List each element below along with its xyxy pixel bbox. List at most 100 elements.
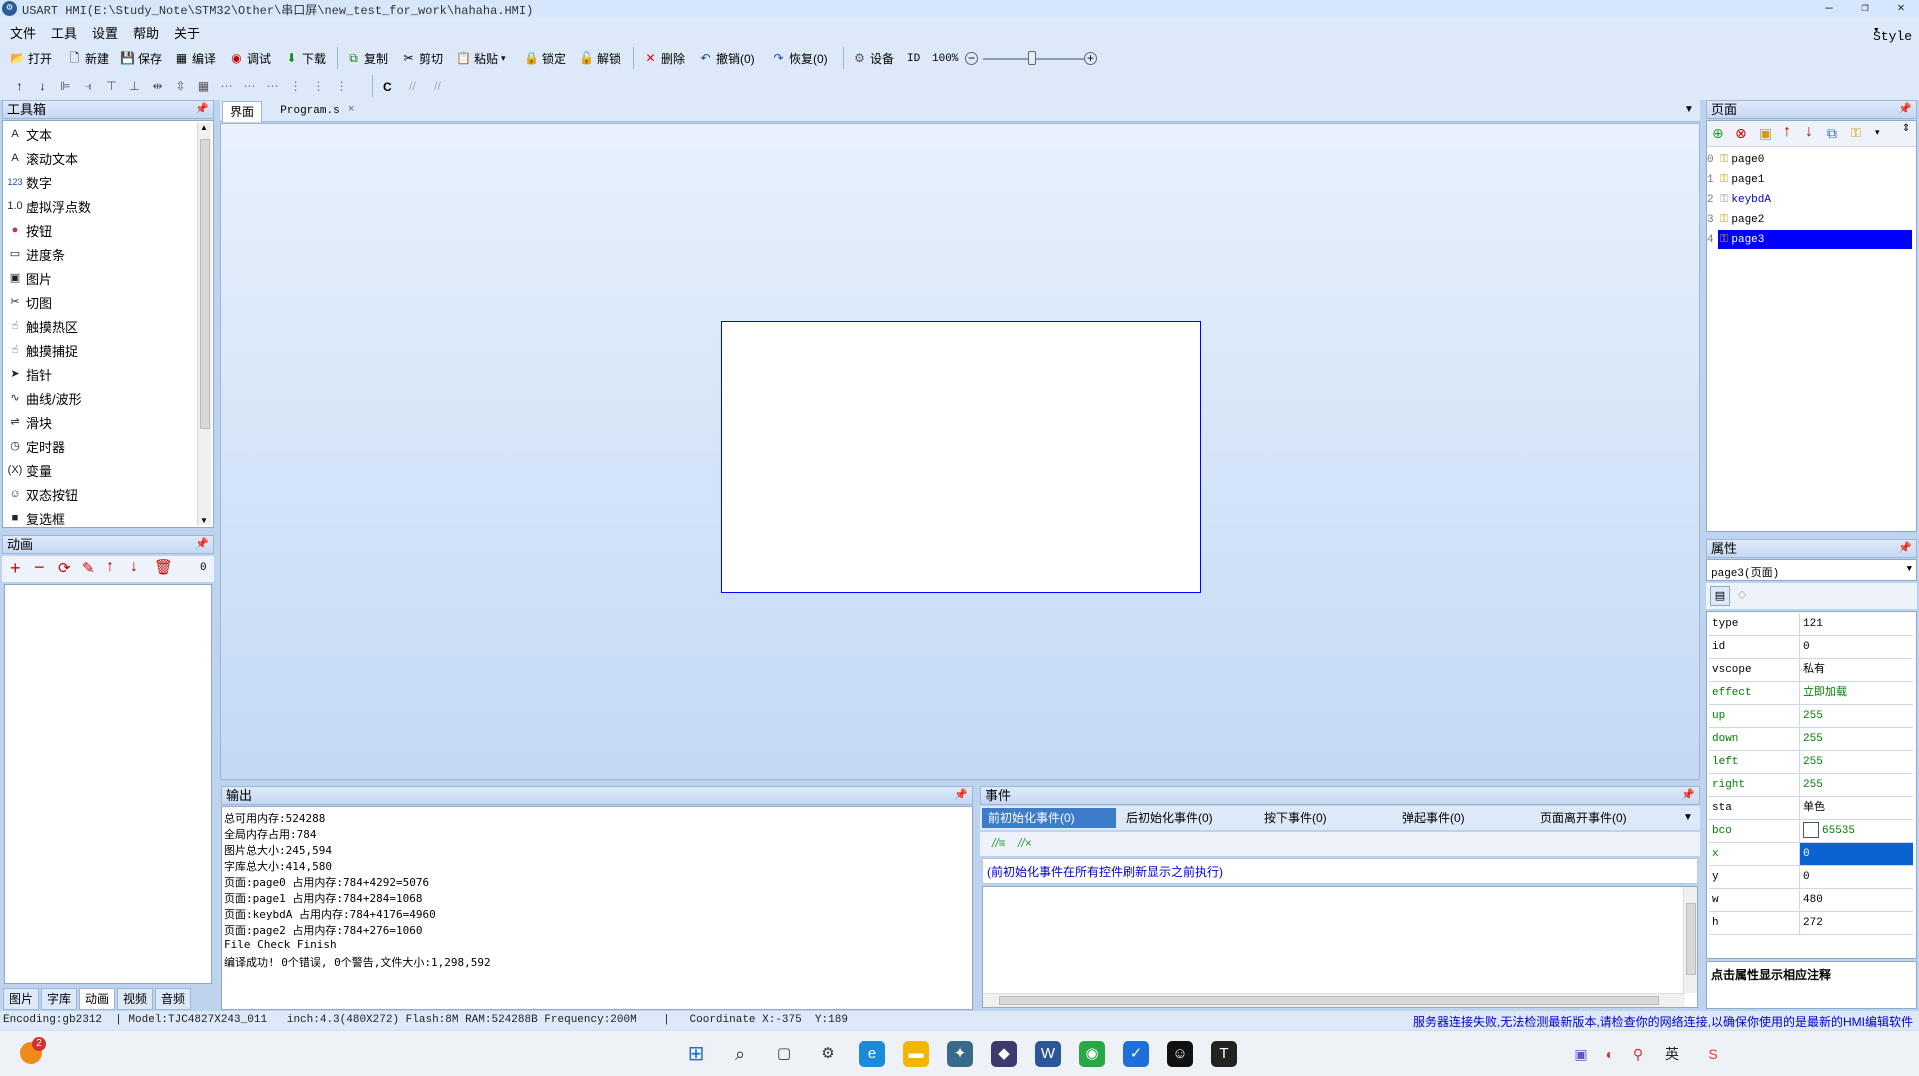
arrow-down-icon[interactable]: ↓: [1805, 123, 1813, 141]
menu-file[interactable]: 文件: [10, 23, 36, 42]
pin-icon[interactable]: 📌: [195, 101, 209, 118]
paste-dropdown-icon[interactable]: ▾: [501, 53, 506, 64]
distribute-v2-button[interactable]: ⋮: [311, 77, 326, 96]
hmi-editor-icon[interactable]: ✦: [947, 1041, 973, 1067]
undo-button[interactable]: ↶ 撤销(0): [698, 49, 754, 68]
color-swatch[interactable]: [1803, 822, 1819, 839]
toolbox-item[interactable]: ◷ 定时器: [7, 435, 65, 457]
menu-about[interactable]: 关于: [174, 23, 200, 42]
ime-indicator[interactable]: 英: [1659, 1041, 1685, 1067]
import-page-icon[interactable]: ▣: [1759, 125, 1772, 142]
property-row[interactable]: w 480: [1709, 889, 1913, 912]
pin-icon[interactable]: 📌: [1898, 101, 1912, 118]
property-row[interactable]: type 121: [1709, 613, 1913, 636]
same-size-button[interactable]: ▦: [196, 77, 211, 96]
trash-icon[interactable]: 🗑: [154, 558, 173, 576]
remove-icon[interactable]: −: [34, 557, 45, 578]
resource-tab[interactable]: 视频: [117, 988, 153, 1010]
tab-program[interactable]: Program.s: [270, 101, 350, 121]
property-value[interactable]: 121: [1799, 613, 1913, 635]
distribute-h2-button[interactable]: ⋯: [242, 77, 257, 96]
property-value[interactable]: 单色: [1799, 797, 1913, 819]
tab-list-dropdown-icon[interactable]: ▼: [1684, 104, 1694, 115]
arrow-up-icon[interactable]: ↑: [1783, 123, 1791, 141]
task-view-icon[interactable]: ▢: [771, 1041, 797, 1067]
event-tab[interactable]: 按下事件(0): [1258, 808, 1392, 828]
device-settings-button[interactable]: ⚙ 设备: [852, 49, 894, 68]
design-canvas[interactable]: [220, 123, 1700, 780]
edge-icon[interactable]: e: [859, 1041, 885, 1067]
menu-settings[interactable]: 设置: [92, 23, 118, 42]
animation-list[interactable]: [4, 584, 212, 984]
page-item[interactable]: 2 ⚿ keybdA: [1704, 190, 1912, 209]
property-row[interactable]: x0: [1709, 843, 1913, 866]
widgets-icon[interactable]: ⚙: [815, 1041, 841, 1067]
close-tab-icon[interactable]: ×: [348, 103, 354, 115]
chrome-icon[interactable]: ◉: [1079, 1041, 1105, 1067]
open-button[interactable]: 📂 打开: [10, 49, 52, 68]
pin-icon[interactable]: 📌: [1898, 540, 1912, 557]
property-value[interactable]: 480: [1799, 889, 1913, 911]
property-value[interactable]: 0: [1799, 843, 1913, 865]
panel-scroll-icon[interactable]: ⇕: [1902, 123, 1910, 134]
event-tab[interactable]: 前初始化事件(0): [982, 808, 1116, 828]
app-tray-icon[interactable]: ◐: [1597, 1041, 1623, 1067]
uncomment-button[interactable]: //: [430, 77, 445, 96]
resource-tab[interactable]: 动画: [79, 988, 115, 1010]
new-button[interactable]: 🗋 新建: [67, 49, 109, 68]
distribute-v-button[interactable]: ⋮: [288, 77, 303, 96]
property-value[interactable]: 立即加载: [1799, 682, 1913, 704]
move-down-button[interactable]: ↓: [35, 77, 50, 96]
unlock-button[interactable]: 🔓 解锁: [579, 49, 621, 68]
toolbox-item[interactable]: ☝ 触摸捕捉: [7, 339, 78, 361]
minimize-button[interactable]: —: [1812, 0, 1846, 17]
pin-icon[interactable]: 📌: [1681, 787, 1695, 804]
qq-icon[interactable]: ☺: [1167, 1041, 1193, 1067]
arrow-up-icon[interactable]: ↑: [106, 558, 114, 576]
object-selector[interactable]: page3(页面) ▼: [1706, 559, 1917, 581]
todo-icon[interactable]: ✓: [1123, 1041, 1149, 1067]
refresh-icon[interactable]: ⟳: [58, 559, 71, 577]
scrollbar-thumb[interactable]: [1686, 903, 1696, 975]
save-button[interactable]: 💾 保存: [120, 49, 162, 68]
toolbox-item[interactable]: ➤ 指针: [7, 363, 52, 385]
page-export-icon[interactable]: ⚿: [1851, 125, 1861, 141]
toolbox-item[interactable]: ∿ 曲线/波形: [7, 387, 81, 409]
menu-tools[interactable]: 工具: [51, 23, 77, 42]
toolbox-item[interactable]: ☝ 触摸热区: [7, 315, 78, 337]
wps-tray-icon[interactable]: S: [1700, 1041, 1726, 1067]
debug-button[interactable]: ◉ 调试: [229, 49, 271, 68]
id-toggle-button[interactable]: ID: [907, 49, 920, 68]
resource-tab[interactable]: 图片: [3, 988, 39, 1010]
copy-button[interactable]: ⧉ 复制: [346, 49, 388, 68]
search-icon[interactable]: ⌕: [727, 1041, 753, 1067]
resource-tab[interactable]: 字库: [41, 988, 77, 1010]
more-dropdown-icon[interactable]: ▾: [1875, 127, 1880, 138]
align-bottom-button[interactable]: ⊥: [127, 77, 142, 96]
distribute-v3-button[interactable]: ⋮: [334, 77, 349, 96]
property-value[interactable]: 255: [1799, 751, 1913, 773]
edit-icon[interactable]: ✎: [82, 559, 95, 577]
distribute-h3-button[interactable]: ⋯: [265, 77, 280, 96]
property-row[interactable]: bco 65535: [1709, 820, 1913, 843]
delete-button[interactable]: ✕ 删除: [643, 49, 685, 68]
uncomment-icon[interactable]: //×: [1018, 836, 1032, 850]
property-value[interactable]: 0: [1799, 866, 1913, 888]
add-icon[interactable]: +: [10, 558, 21, 579]
word-icon[interactable]: W: [1035, 1041, 1061, 1067]
center-horizontal-button[interactable]: ⇹: [150, 77, 165, 96]
event-tab[interactable]: 弹起事件(0): [1396, 808, 1530, 828]
cut-button[interactable]: ✂ 剪切: [401, 49, 443, 68]
tray-search-icon[interactable]: ⚲: [1625, 1041, 1651, 1067]
lock-button[interactable]: 🔒 锁定: [524, 49, 566, 68]
scrollbar-thumb[interactable]: [200, 139, 210, 429]
toolbox-item[interactable]: ▣ 图片: [7, 267, 52, 289]
page-item[interactable]: 4 ⚿ page3: [1704, 230, 1912, 249]
close-button[interactable]: ✕: [1884, 0, 1918, 17]
scroll-up-icon[interactable]: ▲: [200, 123, 208, 132]
compile-button[interactable]: ▦ 编译: [174, 49, 216, 68]
download-button[interactable]: ⬇ 下载: [284, 49, 326, 68]
style-dropdown[interactable]: Style ▾: [1873, 23, 1912, 44]
editor-hscrollbar[interactable]: [983, 993, 1685, 1007]
property-row[interactable]: y0: [1709, 866, 1913, 889]
